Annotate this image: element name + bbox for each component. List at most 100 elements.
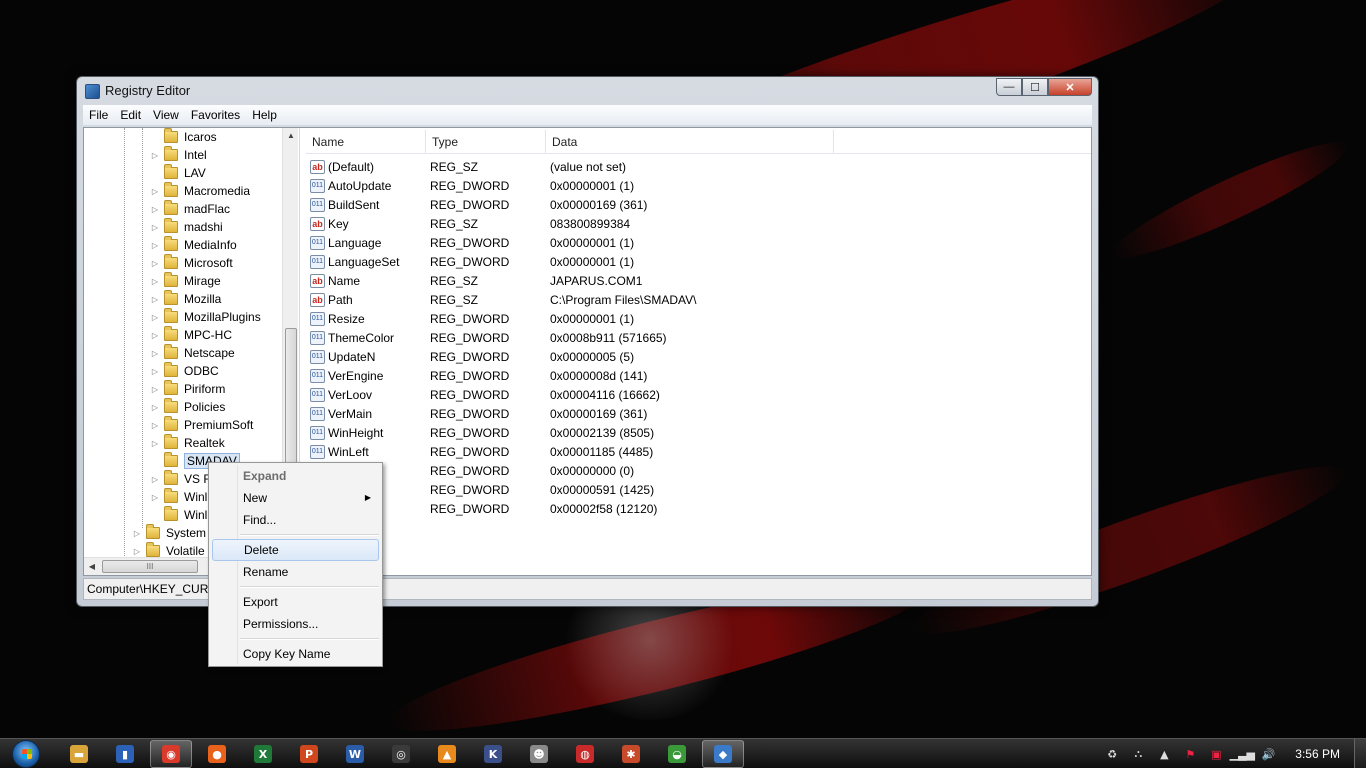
column-name-header[interactable]: Name [306,130,426,153]
value-row[interactable]: 011 Resize REG_DWORD 0x00000001 (1) [306,309,634,328]
maximize-button[interactable]: ☐ [1022,78,1048,96]
expand-arrow-icon[interactable]: ▷ [150,475,160,484]
value-row[interactable]: ab (Default) REG_SZ (value not set) [306,157,626,176]
tree-item[interactable]: ▷ PremiumSoft [150,416,253,434]
tree-item[interactable]: ▷ Mozilla [150,290,221,308]
expand-arrow-icon[interactable]: ▷ [150,331,160,340]
menu-favorites[interactable]: Favorites [185,108,246,122]
context-item-delete[interactable]: Delete [212,539,379,561]
horizontal-scroll-thumb[interactable]: III [102,560,198,573]
tree-item[interactable]: ▷ Intel [150,146,207,164]
tree-item[interactable]: ▷ System [132,524,206,542]
show-desktop-button[interactable] [1354,739,1366,768]
tree-item[interactable]: Icaros [150,128,217,146]
tree-item[interactable]: ▷ Mirage [150,272,221,290]
context-item-find[interactable]: Find... [212,509,379,531]
expand-arrow-icon[interactable]: ▷ [150,493,160,502]
expand-arrow-icon[interactable]: ▷ [150,277,160,286]
expand-arrow-icon[interactable]: ▷ [150,349,160,358]
value-row[interactable]: 011 VerMain REG_DWORD 0x00000169 (361) [306,404,647,423]
taskbar-app-button[interactable]: ▲ [426,740,468,768]
expand-arrow-icon[interactable]: ▷ [150,151,160,160]
taskbar-app-button[interactable]: X [242,740,284,768]
minimize-button[interactable]: — [996,78,1022,96]
expand-arrow-icon[interactable]: ▷ [150,439,160,448]
value-row[interactable]: 011 LanguageSet REG_DWORD 0x00000001 (1) [306,252,634,271]
expand-arrow-icon[interactable]: ▷ [132,547,142,556]
expand-arrow-icon[interactable]: ▷ [150,205,160,214]
tree-item[interactable]: ▷ madFlac [150,200,230,218]
expand-arrow-icon[interactable]: ▷ [132,529,142,538]
taskbar-app-button[interactable]: ◎ [380,740,422,768]
expand-arrow-icon[interactable]: ▷ [150,295,160,304]
scroll-up-icon[interactable]: ▲ [283,128,299,144]
value-row[interactable]: 011 BuildSent REG_DWORD 0x00000169 (361) [306,195,647,214]
taskbar-app-button[interactable]: ▮ [104,740,146,768]
menu-view[interactable]: View [147,108,185,122]
tree-item[interactable]: ▷ Policies [150,398,225,416]
recycle-icon[interactable]: ♻ [1104,746,1120,762]
taskbar-app-button[interactable]: W [334,740,376,768]
context-item-rename[interactable]: Rename [212,561,379,583]
expand-arrow-icon[interactable]: ▷ [150,403,160,412]
value-row[interactable]: ab Key REG_SZ 083800899384 [306,214,630,233]
network-signal-icon[interactable]: ▁▃▅ [1230,746,1255,762]
expand-arrow-icon[interactable]: ▷ [150,367,160,376]
value-row[interactable]: 011 WinLeft REG_DWORD 0x00001185 (4485) [306,442,653,461]
value-row[interactable]: 011 WinHeight REG_DWORD 0x00002139 (8505) [306,423,654,442]
value-row[interactable]: ab Name REG_SZ JAPARUS.COM1 [306,271,642,290]
taskbar-app-button[interactable]: ◆ [702,740,744,768]
clock[interactable]: 3:56 PM [1295,747,1340,761]
value-row[interactable]: 011 AutoUpdate REG_DWORD 0x00000001 (1) [306,176,634,195]
taskbar-app-button[interactable]: ● [196,740,238,768]
context-item-copy-key-name[interactable]: Copy Key Name [212,643,379,665]
expand-arrow-icon[interactable]: ▷ [150,313,160,322]
column-data-header[interactable]: Data [546,130,834,153]
column-type-header[interactable]: Type [426,130,546,153]
value-row[interactable]: 011 ThemeColor REG_DWORD 0x0008b911 (571665… [306,328,667,347]
context-item-new[interactable]: New ▶ [212,487,379,509]
tree-item[interactable]: ▷ MediaInfo [150,236,237,254]
menu-help[interactable]: Help [246,108,283,122]
value-row[interactable]: 011 VerEngine REG_DWORD 0x0000008d (141) [306,366,647,385]
taskbar-app-button[interactable]: ◍ [564,740,606,768]
tree-item[interactable]: ▷ Microsoft [150,254,233,272]
context-item-permissions[interactable]: Permissions... [212,613,379,635]
scroll-left-icon[interactable]: ◀ [84,559,100,575]
volume-icon[interactable]: 🔊 [1260,746,1276,762]
taskbar-app-button[interactable]: K [472,740,514,768]
taskbar-app-button[interactable]: ☻ [518,740,560,768]
taskbar-app-button[interactable]: ✱ [610,740,652,768]
value-row[interactable]: 011 VerLoov REG_DWORD 0x00004116 (16662) [306,385,660,404]
taskbar-app-button[interactable]: P [288,740,330,768]
network-app-icon[interactable]: ⛬ [1130,746,1146,762]
expand-arrow-icon[interactable]: ▷ [150,421,160,430]
value-row[interactable]: 011 Language REG_DWORD 0x00000001 (1) [306,233,634,252]
tree-item[interactable]: ▷ MozillaPlugins [150,308,261,326]
tree-item[interactable]: ▷ Realtek [150,434,225,452]
taskbar-app-button[interactable]: ◒ [656,740,698,768]
expand-arrow-icon[interactable]: ▷ [150,223,160,232]
values-list[interactable]: Name Type Data ab (Default) REG_SZ (value n… [306,128,1091,575]
tree-item[interactable]: ▷ madshi [150,218,223,236]
tree-item[interactable]: ▷ Netscape [150,344,235,362]
context-item-export[interactable]: Export [212,591,379,613]
tree-item[interactable]: ▷ MPC-HC [150,326,232,344]
tree-item[interactable]: ▷ Macromedia [150,182,250,200]
expand-arrow-icon[interactable]: ▷ [150,241,160,250]
taskbar-app-button[interactable]: ◉ [150,740,192,768]
tree-item[interactable]: ▷ Winl [150,488,207,506]
show-hidden-icons-icon[interactable]: ▲ [1156,746,1172,762]
expand-arrow-icon[interactable]: ▷ [150,385,160,394]
value-row[interactable]: 011 UpdateN REG_DWORD 0x00000005 (5) [306,347,634,366]
action-center-flag-icon[interactable]: ⚑ [1182,746,1198,762]
expand-arrow-icon[interactable]: ▷ [150,259,160,268]
tree-item[interactable]: Winl [150,506,207,524]
tree-item[interactable]: ▷ VS R [150,470,212,488]
tree-item[interactable]: ▷ ODBC [150,362,219,380]
tree-item[interactable]: ▷ Piriform [150,380,225,398]
taskbar-app-button[interactable]: ▬ [58,740,100,768]
expand-arrow-icon[interactable]: ▷ [150,187,160,196]
close-button[interactable]: ✕ [1048,78,1092,96]
value-row[interactable]: ab Path REG_SZ C:\Program Files\SMADAV\ [306,290,696,309]
